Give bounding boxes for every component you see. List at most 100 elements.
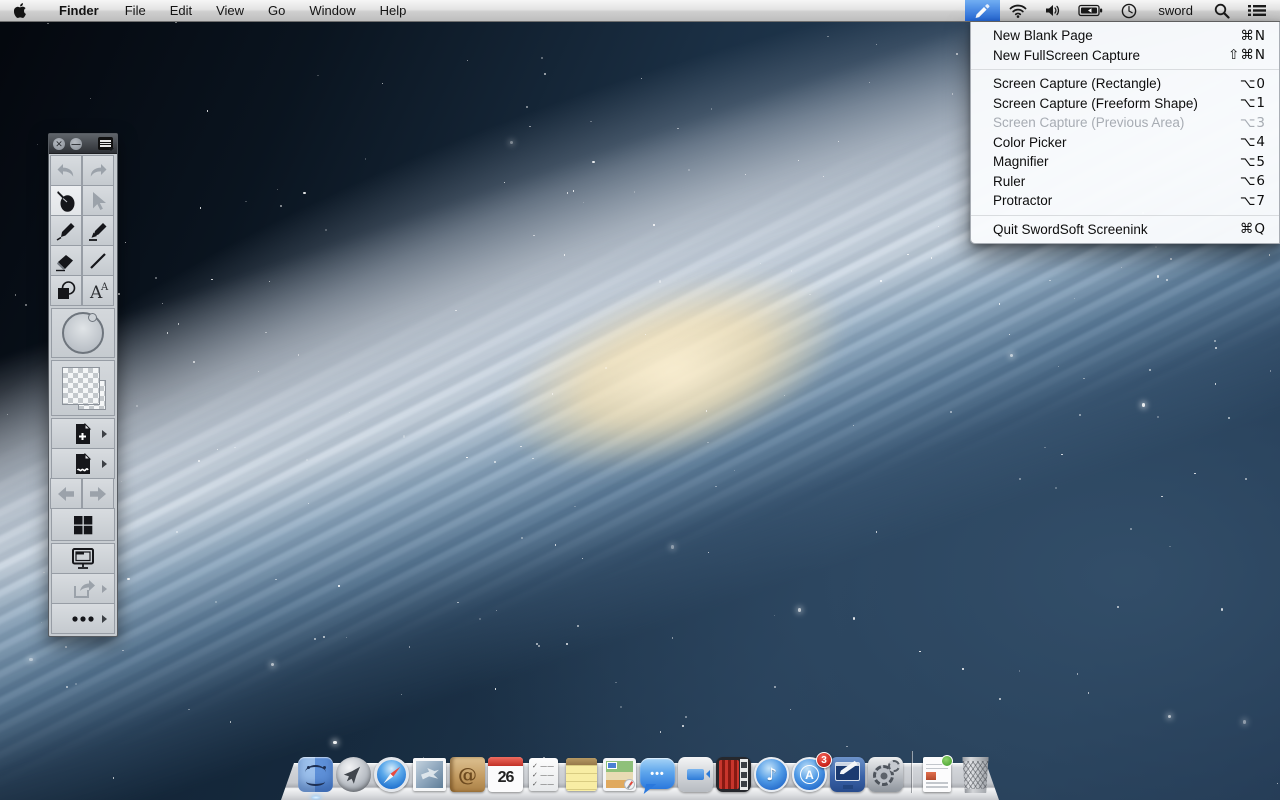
marker-tool[interactable] xyxy=(50,215,82,246)
menu-file[interactable]: File xyxy=(113,0,158,21)
dock-item-notes[interactable] xyxy=(563,756,600,793)
flyout-arrow-icon xyxy=(102,585,111,593)
page-grid-button[interactable] xyxy=(51,508,115,541)
more-dots-icon xyxy=(71,614,95,624)
dock-item-contacts[interactable]: @ xyxy=(449,756,486,793)
menu-item-shortcut: ⌥1 xyxy=(1240,95,1266,111)
menu-window[interactable]: Window xyxy=(297,0,367,21)
spotlight-menu-extra[interactable] xyxy=(1205,0,1239,21)
highlighter-icon xyxy=(86,219,110,243)
menu-item[interactable]: Color Picker⌥4 xyxy=(971,133,1279,153)
wifi-menu-extra[interactable] xyxy=(1000,0,1036,21)
safari-icon xyxy=(374,757,409,792)
dock-item-itunes[interactable]: ♪ xyxy=(753,756,790,793)
svg-text:A: A xyxy=(100,282,109,293)
highlighter-tool[interactable] xyxy=(82,215,114,246)
text-tool[interactable]: AA xyxy=(82,275,114,306)
palette-title-bar[interactable]: ✕ — xyxy=(49,134,117,154)
capture-page-button[interactable] xyxy=(51,448,115,479)
prev-page-button[interactable] xyxy=(50,478,82,509)
dock-icons: @ 26 ✓ —— ✓ —— ✓ —— ••• ♪ A3 xyxy=(297,751,994,793)
menu-item[interactable]: Protractor⌥7 xyxy=(971,191,1279,211)
color-dial[interactable] xyxy=(62,312,104,354)
line-tool[interactable] xyxy=(82,245,114,276)
menu-view[interactable]: View xyxy=(204,0,256,21)
dial-marker xyxy=(88,313,97,322)
eraser-icon xyxy=(54,250,78,272)
menu-item-label: Screen Capture (Previous Area) xyxy=(993,115,1184,130)
eraser-tool[interactable] xyxy=(50,245,82,276)
more-button[interactable] xyxy=(51,603,115,634)
dock-item-screenink[interactable] xyxy=(829,756,866,793)
marker-icon xyxy=(54,219,78,243)
next-page-button[interactable] xyxy=(82,478,114,509)
volume-menu-extra[interactable] xyxy=(1036,0,1069,21)
menu-item[interactable]: Screen Capture (Freeform Shape)⌥1 xyxy=(971,94,1279,114)
menu-item-label: Protractor xyxy=(993,193,1052,208)
apple-menu[interactable] xyxy=(0,0,45,21)
ink-pen-tool[interactable] xyxy=(50,185,82,216)
menu-item-label: Screen Capture (Rectangle) xyxy=(993,76,1161,91)
screen-button[interactable] xyxy=(51,543,115,574)
shapes-icon xyxy=(54,279,78,303)
clock-menu-extra[interactable] xyxy=(1112,0,1146,21)
grid-icon xyxy=(72,514,94,536)
dock-item-photo-booth[interactable] xyxy=(715,756,752,793)
dock-item-mail[interactable] xyxy=(411,756,448,793)
menu-item[interactable]: Quit SwordSoft Screenink⌘Q xyxy=(971,220,1279,240)
itunes-icon: ♪ xyxy=(754,757,789,792)
dock-item-launchpad[interactable] xyxy=(335,756,372,793)
screenink-menu-extra[interactable] xyxy=(965,0,1000,21)
dock-item-reminders[interactable]: ✓ —— ✓ —— ✓ —— xyxy=(525,756,562,793)
menu-item[interactable]: New FullScreen Capture⇧⌘N xyxy=(971,46,1279,66)
transparency-section xyxy=(51,360,115,416)
menu-go[interactable]: Go xyxy=(256,0,297,21)
clock-icon xyxy=(1121,3,1137,19)
arrow-left-icon xyxy=(56,485,76,503)
dock-item-trash[interactable] xyxy=(957,756,994,793)
undo-button[interactable] xyxy=(50,155,82,186)
flyout-arrow-icon xyxy=(102,460,111,468)
flyout-arrow-icon xyxy=(102,430,111,438)
dock-item-safari[interactable] xyxy=(373,756,410,793)
menu-help[interactable]: Help xyxy=(368,0,419,21)
menu-item[interactable]: Screen Capture (Rectangle)⌥0 xyxy=(971,74,1279,94)
tool-palette: ✕ — AA xyxy=(48,133,118,637)
menu-item[interactable]: New Blank Page⌘N xyxy=(971,26,1279,46)
new-page-button[interactable] xyxy=(51,418,115,449)
dock-item-finder[interactable] xyxy=(297,756,334,793)
dock-item-document[interactable] xyxy=(919,756,956,793)
share-button[interactable] xyxy=(51,573,115,604)
dock-item-maps[interactable] xyxy=(601,756,638,793)
list-icon xyxy=(1248,4,1266,17)
menu-go-label: Go xyxy=(268,3,285,18)
dock-item-messages[interactable]: ••• xyxy=(639,756,676,793)
dock-item-app-store[interactable]: A3 xyxy=(791,756,828,793)
notification-center-menu-extra[interactable] xyxy=(1239,0,1280,21)
menu-item-shortcut: ⇧⌘N xyxy=(1228,47,1266,63)
battery-menu-extra[interactable] xyxy=(1069,0,1112,21)
photo-booth-icon xyxy=(716,757,751,792)
menu-item[interactable]: Ruler⌥6 xyxy=(971,172,1279,192)
menu-item[interactable]: Magnifier⌥5 xyxy=(971,152,1279,172)
app-store-badge: 3 xyxy=(816,752,832,768)
redo-button[interactable] xyxy=(82,155,114,186)
volume-icon xyxy=(1045,4,1060,17)
mail-icon xyxy=(413,758,446,791)
menu-item-shortcut: ⌥5 xyxy=(1240,154,1266,170)
shapes-tool[interactable] xyxy=(50,275,82,306)
menu-finder[interactable]: Finder xyxy=(45,0,113,21)
minimize-icon[interactable]: — xyxy=(70,138,82,150)
palette-menu-icon[interactable] xyxy=(98,137,113,150)
transparency-swatch[interactable] xyxy=(62,367,100,405)
menu-help-label: Help xyxy=(380,3,407,18)
menu-separator xyxy=(971,215,1279,216)
capture-page-icon xyxy=(73,453,93,475)
select-arrow-tool[interactable] xyxy=(82,185,114,216)
dock-item-calendar[interactable]: 26 xyxy=(487,756,524,793)
dock-item-facetime[interactable] xyxy=(677,756,714,793)
dock-item-system-preferences[interactable] xyxy=(867,756,904,793)
menu-edit[interactable]: Edit xyxy=(158,0,204,21)
close-icon[interactable]: ✕ xyxy=(53,138,65,150)
user-menu-extra[interactable]: sword xyxy=(1146,0,1205,21)
